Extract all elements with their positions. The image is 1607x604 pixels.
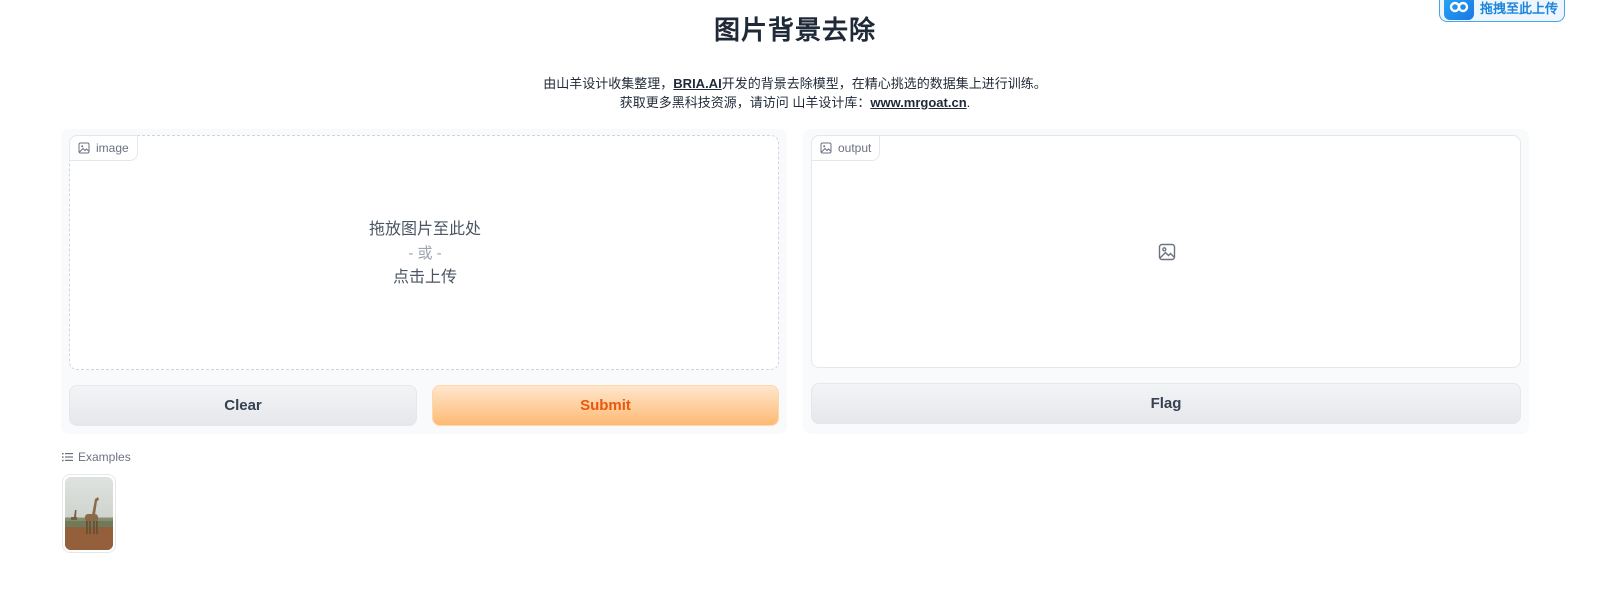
- flag-button[interactable]: Flag: [811, 383, 1521, 424]
- description-line-2: 获取更多黑科技资源，请访问 山羊设计库：www.mrgoat.cn.: [0, 93, 1590, 112]
- bria-link[interactable]: BRIA.AI: [673, 76, 721, 91]
- app-page: 拖拽至此上传 图片背景去除 由山羊设计收集整理，BRIA.AI开发的背景去除模型…: [0, 0, 1607, 604]
- example-item[interactable]: [62, 474, 116, 553]
- image-input-tag: image: [69, 135, 138, 161]
- input-panel: image 拖放图片至此处 - 或 - 点击上传 Clear Submit: [61, 129, 787, 434]
- image-icon: [820, 142, 832, 154]
- image-placeholder-icon: [1158, 243, 1176, 261]
- list-icon: [62, 453, 73, 462]
- dropzone-instructions: 拖放图片至此处 - 或 - 点击上传: [70, 218, 780, 290]
- submit-button[interactable]: Submit: [432, 385, 779, 426]
- mrgoat-link[interactable]: www.mrgoat.cn: [870, 95, 966, 110]
- drop-hint: 拖放图片至此处: [368, 221, 481, 238]
- image-upload-dropzone[interactable]: image 拖放图片至此处 - 或 - 点击上传: [69, 135, 779, 370]
- output-tag-label: output: [838, 141, 872, 155]
- description-line-1: 由山羊设计收集整理，BRIA.AI开发的背景去除模型，在精心挑选的数据集上进行训…: [0, 74, 1590, 93]
- drop-or-separator: - 或 -: [408, 245, 442, 262]
- giraffe-thumbnail-icon: [65, 477, 113, 550]
- description-text: .: [966, 95, 971, 110]
- image-input-tag-label: image: [96, 141, 129, 155]
- output-panel: output Flag: [803, 129, 1529, 434]
- image-icon: [78, 142, 90, 154]
- output-image-area: output: [811, 135, 1521, 368]
- click-upload-hint: 点击上传: [392, 269, 457, 286]
- description-text: 获取更多黑科技资源，请访问 山羊设计库：: [619, 95, 871, 110]
- examples-label: Examples: [78, 450, 131, 464]
- page-description: 由山羊设计收集整理，BRIA.AI开发的背景去除模型，在精心挑选的数据集上进行训…: [0, 74, 1590, 112]
- description-text: 由山羊设计收集整理，: [543, 76, 674, 91]
- clear-button[interactable]: Clear: [69, 385, 417, 426]
- examples-header: Examples: [62, 450, 131, 464]
- description-text: 开发的背景去除模型，在精心挑选的数据集上进行训练。: [721, 76, 1047, 91]
- page-title: 图片背景去除: [713, 15, 876, 45]
- output-tag: output: [811, 135, 881, 161]
